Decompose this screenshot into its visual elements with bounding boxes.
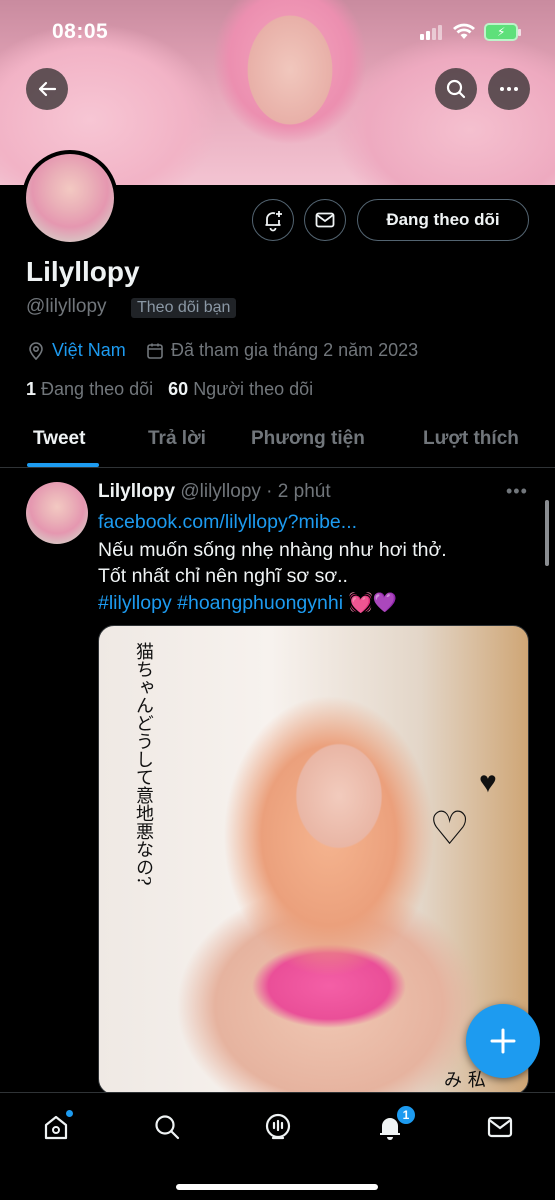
profile-display-name: Lilyllopy bbox=[26, 256, 140, 287]
battery-charging-icon: ⚡ bbox=[484, 23, 521, 41]
joined-text: Đã tham gia tháng 2 năm 2023 bbox=[171, 340, 419, 360]
tab-likes[interactable]: Lượt thích bbox=[423, 428, 519, 450]
tweet-text-line-2: Tốt nhất chỉ nên nghĩ sơ sơ.. bbox=[98, 565, 348, 587]
home-indicator[interactable] bbox=[176, 1184, 378, 1190]
bell-plus-icon bbox=[265, 211, 282, 232]
arrow-left-icon bbox=[38, 81, 57, 97]
envelope-icon bbox=[315, 212, 335, 228]
hashtag-hoangphuongynhi[interactable]: #hoangphuongynhi bbox=[177, 592, 343, 614]
notifications-count-badge: 1 bbox=[396, 1105, 416, 1125]
wifi-icon bbox=[453, 23, 475, 39]
spaces-microphone-icon bbox=[265, 1113, 291, 1140]
nav-notifications[interactable]: 1 bbox=[370, 1105, 416, 1147]
message-button[interactable] bbox=[304, 199, 346, 241]
active-tab-indicator bbox=[27, 463, 99, 467]
compose-tweet-button[interactable] bbox=[466, 1004, 540, 1078]
following-count: 1 bbox=[26, 379, 37, 399]
tab-replies[interactable]: Trả lời bbox=[148, 428, 206, 450]
scrollbar[interactable] bbox=[545, 500, 549, 566]
back-button[interactable] bbox=[26, 68, 68, 110]
tab-media[interactable]: Phương tiện bbox=[251, 428, 365, 450]
location-text[interactable]: Việt Nam bbox=[52, 340, 126, 361]
hashtag-lilyllopy[interactable]: #lilyllopy bbox=[98, 592, 172, 614]
following-label: Đang theo dõi bbox=[41, 379, 154, 399]
profile-location: Việt Nam bbox=[26, 340, 126, 361]
cellular-signal-icon bbox=[420, 24, 442, 40]
followers-stat[interactable]: 60 Người theo dõi bbox=[168, 379, 313, 399]
tweet-author-name[interactable]: Lilyllopy bbox=[98, 481, 175, 502]
followers-count: 60 bbox=[168, 379, 189, 399]
more-dots-icon bbox=[500, 87, 518, 91]
follow-stats: 1 Đang theo dõi 60 Người theo dõi bbox=[26, 379, 313, 400]
home-new-dot bbox=[65, 1109, 74, 1118]
tweet-more-icon[interactable]: ••• bbox=[506, 481, 528, 502]
more-options-button[interactable] bbox=[488, 68, 530, 110]
follows-you-badge: Theo dõi bạn bbox=[131, 298, 237, 318]
search-icon bbox=[155, 1115, 180, 1140]
search-icon bbox=[446, 79, 466, 99]
profile-avatar[interactable] bbox=[22, 150, 118, 246]
tweet-text-line-1: Nếu muốn sống nhẹ nhàng như hơi thở. bbox=[98, 539, 447, 561]
tweet-author-handle: @lilyllopy bbox=[180, 481, 261, 502]
calendar-icon bbox=[147, 343, 163, 359]
manga-text-top: 猫ちゃんどうして意地悪なの? bbox=[133, 642, 154, 886]
following-stat[interactable]: 1 Đang theo dõi bbox=[26, 379, 153, 399]
heart-decoration-icon: ♡ bbox=[429, 802, 471, 854]
profile-joined: Đã tham gia tháng 2 năm 2023 bbox=[145, 340, 418, 361]
tab-tweets[interactable]: Tweet bbox=[33, 428, 85, 450]
status-bar: 08:05 ⚡ bbox=[0, 0, 555, 62]
heart-small-decoration-icon: ♥ bbox=[479, 766, 497, 799]
envelope-icon bbox=[487, 1116, 513, 1138]
nav-spaces[interactable] bbox=[258, 1107, 298, 1147]
profile-tabs: Tweet Trả lời Phương tiện Lượt thích bbox=[0, 418, 555, 468]
followers-label: Người theo dõi bbox=[193, 379, 314, 399]
tweet-hashtags: #lilyllopy #hoangphuongynhi 💓💜 bbox=[98, 591, 397, 615]
plus-icon bbox=[490, 1028, 516, 1054]
tweet-link[interactable]: facebook.com/lilyllopy?mibe... bbox=[98, 511, 357, 534]
tweet-emojis: 💓💜 bbox=[348, 592, 398, 614]
notify-button[interactable] bbox=[252, 199, 294, 241]
tweet-time: · 2 phút bbox=[266, 481, 331, 502]
tweet-avatar[interactable] bbox=[26, 482, 88, 544]
profile-handle: @lilyllopy bbox=[26, 296, 107, 317]
tweet-header: Lilyllopy @lilyllopy · 2 phút bbox=[98, 481, 331, 503]
location-pin-icon bbox=[29, 341, 43, 360]
status-time: 08:05 bbox=[52, 20, 109, 43]
nav-home[interactable] bbox=[36, 1107, 76, 1147]
tweet-media-image[interactable]: 猫ちゃんどうして意地悪なの? ♡ ♥ み 私 bbox=[98, 625, 529, 1095]
search-button[interactable] bbox=[435, 68, 477, 110]
following-button[interactable]: Đang theo dõi bbox=[357, 199, 529, 241]
nav-search[interactable] bbox=[147, 1107, 187, 1147]
nav-messages[interactable] bbox=[480, 1107, 520, 1147]
